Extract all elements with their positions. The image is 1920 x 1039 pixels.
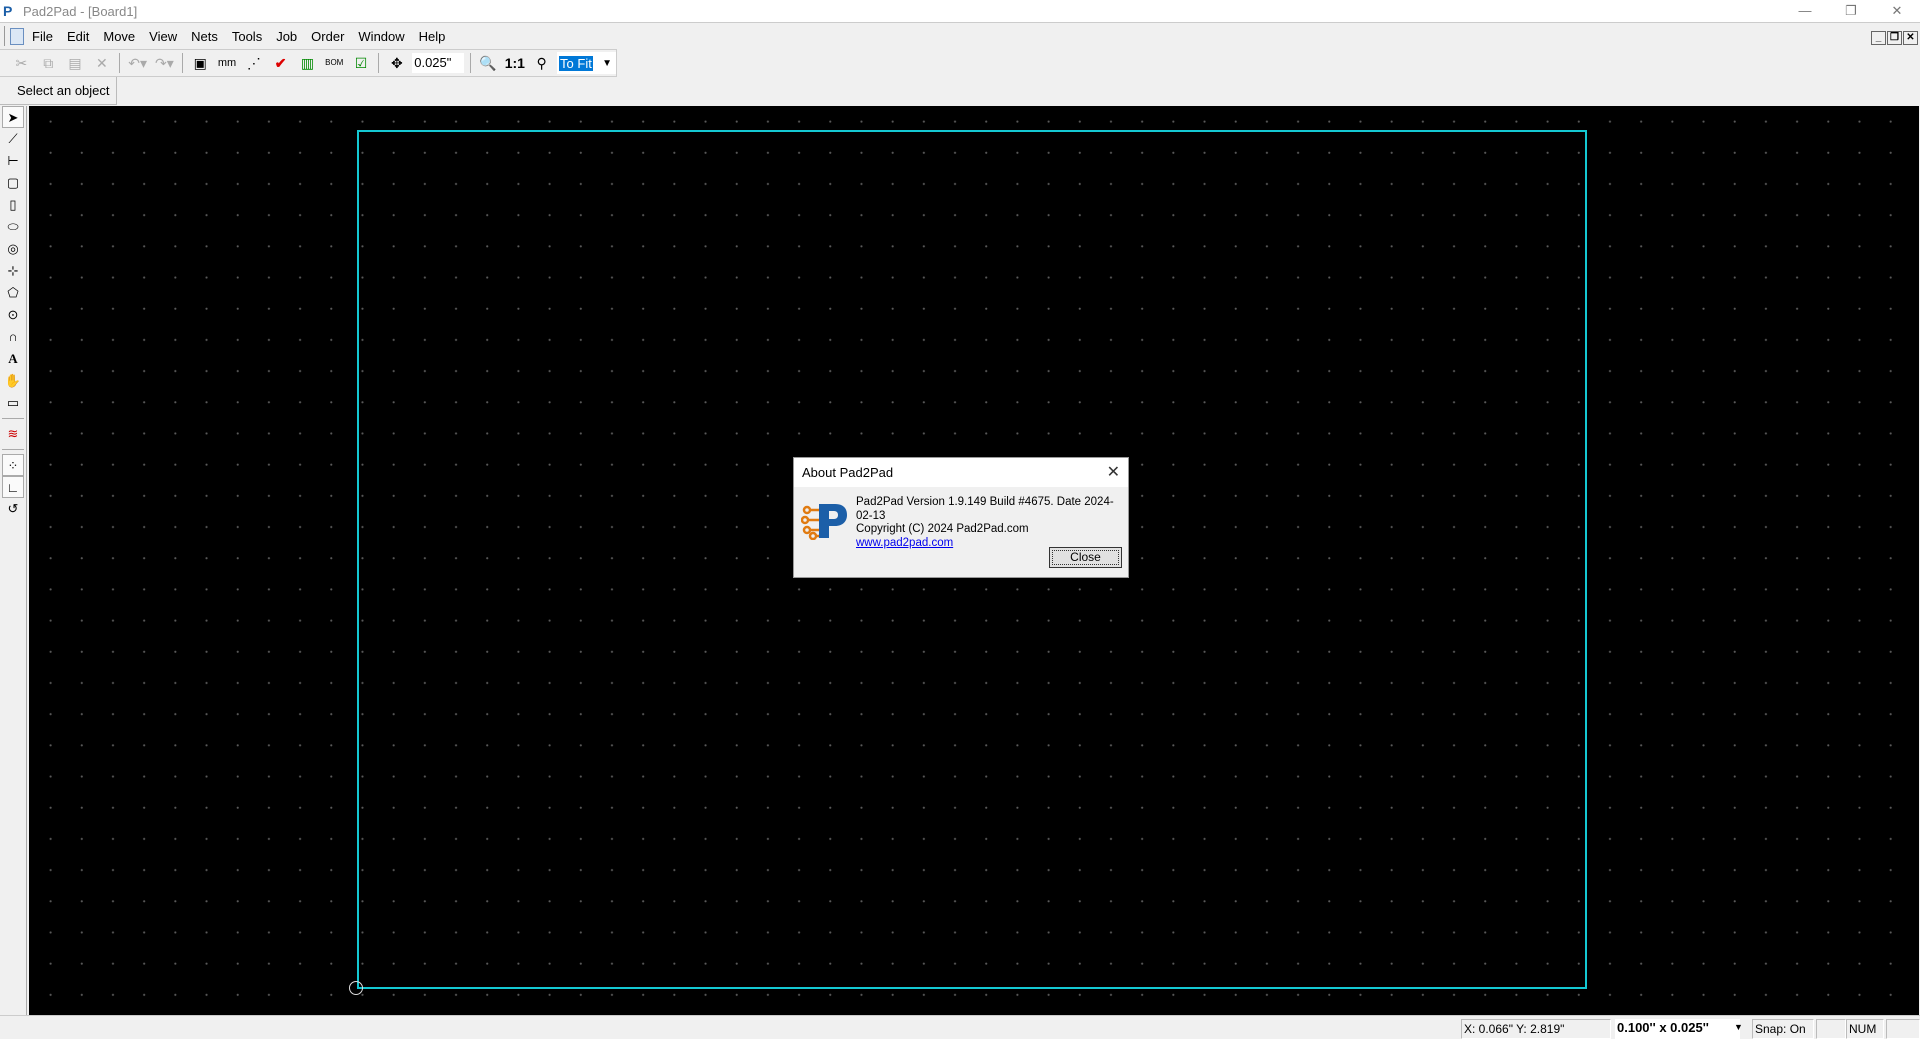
snap-status: Snap: On (1752, 1019, 1814, 1039)
undo-icon[interactable]: ↶▾ (126, 52, 149, 74)
menu-edit[interactable]: Edit (67, 29, 89, 44)
copy-icon[interactable]: ⧉ (37, 52, 60, 74)
window-title: Pad2Pad - [Board1] (23, 3, 138, 19)
divider (378, 53, 380, 73)
minimize-button[interactable]: — (1782, 0, 1828, 22)
pad2pad-logo-icon (801, 504, 847, 540)
status-pane-empty (1816, 1019, 1846, 1039)
ruler-icon[interactable]: ▭ (2, 392, 24, 414)
component-icon[interactable]: ▯ (2, 194, 24, 216)
close-button[interactable]: Close (1049, 547, 1122, 568)
website-link[interactable]: www.pad2pad.com (856, 537, 953, 549)
bom-button[interactable]: BOM (323, 52, 346, 74)
menu-job[interactable]: Job (276, 29, 297, 44)
text-icon[interactable]: A (2, 348, 24, 370)
menu-window[interactable]: Window (358, 29, 404, 44)
zoom-value: To Fit (559, 55, 593, 71)
title-bar: P Pad2Pad - [Board1] — ❐ ✕ (0, 0, 1920, 22)
units-mm-button[interactable]: mm (216, 52, 239, 74)
prompt-text: Select an object (0, 77, 117, 105)
divider (119, 53, 121, 73)
arc-icon[interactable]: ∩ (2, 326, 24, 348)
divider (181, 53, 183, 73)
snap-grid-magnet-icon[interactable]: ⁘ (2, 454, 24, 476)
menu-bar: File Edit Move View Nets Tools Job Order… (0, 22, 1920, 49)
mdi-minimize-button[interactable]: _ (1871, 31, 1886, 45)
netlist-icon[interactable]: ▥ (296, 52, 319, 74)
menu-order[interactable]: Order (311, 29, 344, 44)
divider (2, 449, 24, 450)
redo-icon[interactable]: ↷▾ (153, 52, 176, 74)
dialog-title: About Pad2Pad (802, 465, 894, 480)
layers-icon[interactable]: ≋ (2, 423, 24, 445)
grip (4, 26, 6, 46)
route-trace-icon[interactable]: ⟋ (2, 128, 24, 150)
mdi-restore-button[interactable]: ❐ (1887, 31, 1902, 45)
cut-icon[interactable]: ✂ (10, 52, 33, 74)
num-lock-status: NUM (1846, 1019, 1884, 1039)
toolbar: ✂ ⧉ ▤ ✕ ↶▾ ↷▾ ▣ mm ⋰ ✔ ▥ BOM ☑ ✥ 0.025" … (0, 49, 617, 77)
drc-check-icon[interactable]: ✔ (269, 52, 292, 74)
zoom-select[interactable]: To Fit ▼ (557, 52, 617, 74)
menu-view[interactable]: View (149, 29, 177, 44)
grid-move-icon[interactable]: ✥ (385, 52, 408, 74)
menu-help[interactable]: Help (419, 29, 446, 44)
divider (469, 53, 471, 73)
grid-spacing-select[interactable]: 0.100'' x 0.025'' (1615, 1019, 1740, 1039)
rotate-icon[interactable]: ↺ (2, 498, 24, 520)
divider (2, 418, 24, 419)
coordinate-readout: X: 0.066" Y: 2.819" (1461, 1019, 1611, 1039)
status-pane-empty (1886, 1019, 1920, 1039)
zoom-icon[interactable]: ⚲ (530, 52, 553, 74)
verify-icon[interactable]: ☑ (350, 52, 373, 74)
route-branch-icon[interactable]: ⊢ (2, 150, 24, 172)
restore-button[interactable]: ❐ (1828, 0, 1874, 22)
copyright-text: Copyright (C) 2024 Pad2Pad.com (856, 523, 1029, 535)
dialog-close-icon[interactable]: ✕ (1107, 462, 1120, 482)
properties-icon[interactable]: ▣ (189, 52, 212, 74)
grid-size-input[interactable]: 0.025" (412, 53, 464, 73)
menu-move[interactable]: Move (103, 29, 135, 44)
close-button[interactable]: ✕ (1874, 0, 1920, 22)
chevron-down-icon[interactable]: ▼ (1734, 1022, 1743, 1032)
paste-icon[interactable]: ▤ (64, 52, 87, 74)
snap-angle-icon[interactable]: ∟ (2, 476, 24, 498)
pad-icon[interactable]: ◎ (2, 238, 24, 260)
ellipse-icon[interactable]: ⬭ (2, 216, 24, 238)
origin-crosshair-icon (349, 981, 363, 995)
mdi-close-button[interactable]: ✕ (1903, 31, 1918, 45)
hole-icon[interactable]: ⊙ (2, 304, 24, 326)
pan-hand-icon[interactable]: ✋ (2, 370, 24, 392)
status-bar: X: 0.066" Y: 2.819" 0.100'' x 0.025'' ▼ … (0, 1015, 1920, 1039)
version-text: Pad2Pad Version 1.9.149 Build #4675. Dat… (856, 496, 1114, 522)
menu-tools[interactable]: Tools (232, 29, 262, 44)
zoom-window-icon[interactable]: 🔍 (477, 52, 500, 74)
document-icon[interactable] (10, 27, 24, 45)
polygon-fill-icon[interactable]: ⬠ (2, 282, 24, 304)
dialog-title-bar: About Pad2Pad ✕ (794, 458, 1128, 487)
chevron-down-icon[interactable]: ▼ (602, 58, 616, 69)
app-logo-icon: P (3, 3, 13, 19)
via-icon[interactable]: ⊹ (2, 260, 24, 282)
menu-file[interactable]: File (32, 29, 53, 44)
select-arrow-icon[interactable]: ➤ (2, 106, 24, 128)
menu-nets[interactable]: Nets (191, 29, 218, 44)
snap-grid-icon[interactable]: ⋰ (242, 52, 265, 74)
zoom-1-1-button[interactable]: 1:1 (503, 52, 526, 74)
delete-icon[interactable]: ✕ (90, 52, 113, 74)
board-outline-icon[interactable]: ▢ (2, 172, 24, 194)
left-tool-palette: ➤ ⟋ ⊢ ▢ ▯ ⬭ ◎ ⊹ ⬠ ⊙ ∩ A ✋ ▭ ≋ ⁘ ∟ ↺ (0, 106, 27, 1015)
about-dialog: About Pad2Pad ✕ Pad2Pad Version 1.9.149 … (793, 457, 1129, 578)
